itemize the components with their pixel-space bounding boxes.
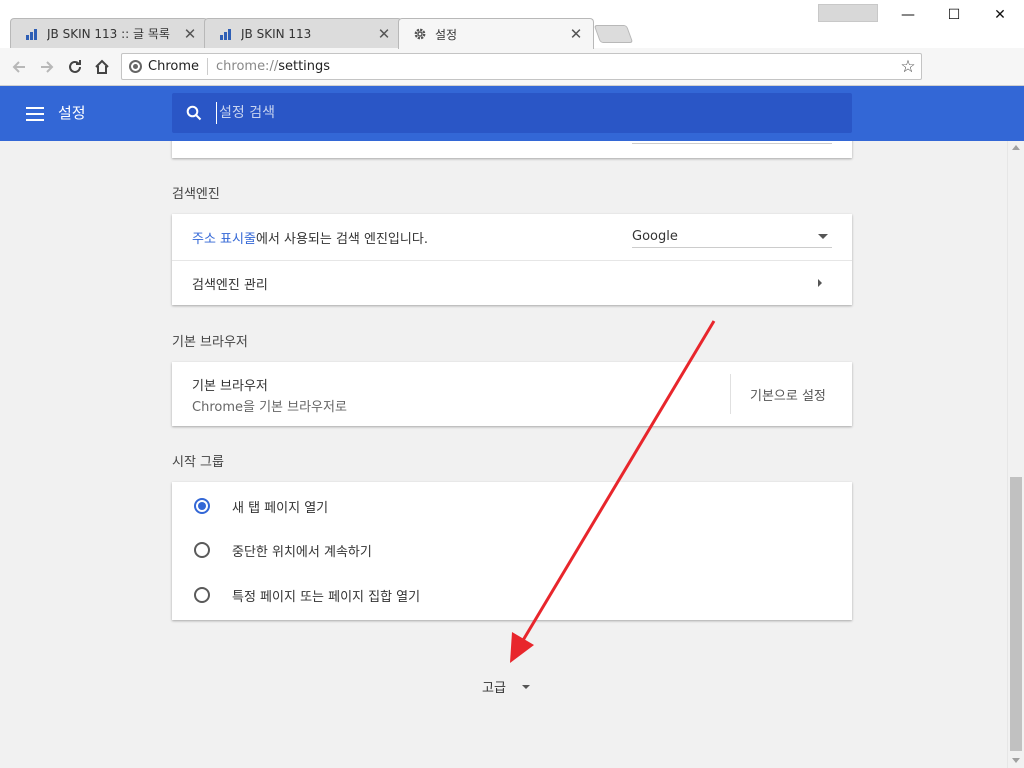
expand-arrow-icon bbox=[521, 684, 530, 689]
url-text[interactable]: chrome://settings bbox=[216, 59, 895, 74]
search-engine-description: 주소 표시줄에서 사용되는 검색 엔진입니다. bbox=[192, 228, 428, 247]
default-browser-sublabel: Chrome을 기본 브라우저로 bbox=[192, 400, 347, 415]
menu-icon[interactable] bbox=[26, 107, 44, 121]
url-scheme: chrome:// bbox=[216, 59, 279, 74]
tab-title: JB SKIN 113 bbox=[241, 26, 312, 41]
tab-settings[interactable]: 설정 ✕ bbox=[398, 18, 594, 49]
tab-blog-list[interactable]: JB SKIN 113 :: 글 목록 ✕ bbox=[10, 18, 208, 48]
startup-card: 새 탭 페이지 열기 중단한 위치에서 계속하기 특정 페이지 또는 페이지 집… bbox=[172, 482, 852, 620]
security-chip: Chrome bbox=[148, 59, 199, 74]
advanced-label: 고급 bbox=[482, 681, 506, 696]
close-tab-icon[interactable]: ✕ bbox=[183, 26, 197, 41]
dropdown-arrow-icon bbox=[818, 234, 828, 239]
section-title-search-engine: 검색엔진 bbox=[172, 187, 220, 202]
radio-unchecked[interactable] bbox=[194, 587, 210, 603]
radio-checked[interactable] bbox=[194, 498, 210, 514]
section-title-startup: 시작 그룹 bbox=[172, 455, 224, 470]
startup-option-continue[interactable]: 중단한 위치에서 계속하기 bbox=[172, 528, 852, 572]
close-tab-icon[interactable]: ✕ bbox=[569, 27, 583, 42]
previous-card-underline bbox=[632, 143, 832, 144]
scroll-thumb[interactable] bbox=[1010, 477, 1022, 751]
search-engine-selected: Google bbox=[632, 229, 678, 244]
startup-option-new-tab[interactable]: 새 탭 페이지 열기 bbox=[172, 484, 852, 528]
arrow-right-icon bbox=[41, 61, 54, 73]
search-icon bbox=[186, 105, 202, 121]
home-button[interactable] bbox=[91, 56, 113, 78]
search-engine-select[interactable]: Google bbox=[632, 226, 832, 248]
blog-favicon-icon bbox=[220, 28, 231, 40]
settings-search[interactable] bbox=[172, 93, 852, 133]
address-bar[interactable]: Chrome chrome://settings ☆ bbox=[121, 53, 922, 80]
search-input[interactable] bbox=[216, 102, 816, 124]
manage-search-engines-row[interactable]: 검색엔진 관리 bbox=[172, 261, 852, 305]
arrow-left-icon bbox=[12, 61, 25, 73]
close-tab-icon[interactable]: ✕ bbox=[377, 26, 391, 41]
url-host: settings bbox=[278, 59, 331, 74]
startup-option-specific-pages[interactable]: 특정 페이지 또는 페이지 집합 열기 bbox=[172, 573, 852, 617]
bookmark-star-icon[interactable]: ☆ bbox=[895, 57, 921, 77]
address-bar-link[interactable]: 주소 표시줄 bbox=[192, 232, 256, 247]
search-engine-row: 주소 표시줄에서 사용되는 검색 엔진입니다. Google bbox=[172, 214, 852, 260]
advanced-toggle[interactable]: 고급 bbox=[482, 677, 534, 696]
chip-divider bbox=[207, 58, 208, 75]
tab-strip: JB SKIN 113 :: 글 목록 ✕ JB SKIN 113 ✕ 설정 ✕… bbox=[0, 0, 1024, 49]
radio-unchecked[interactable] bbox=[194, 542, 210, 558]
reload-button[interactable] bbox=[64, 56, 86, 78]
startup-option-label: 특정 페이지 또는 페이지 집합 열기 bbox=[232, 589, 421, 605]
chrome-icon bbox=[129, 60, 142, 73]
maximize-button[interactable]: ☐ bbox=[930, 0, 978, 30]
home-icon bbox=[95, 59, 109, 74]
tab-title: 설정 bbox=[435, 27, 458, 42]
section-title-default-browser: 기본 브라우저 bbox=[172, 335, 248, 350]
tab-blog[interactable]: JB SKIN 113 ✕ bbox=[204, 18, 402, 48]
tab-title: JB SKIN 113 :: 글 목록 bbox=[47, 27, 170, 41]
default-browser-card: 기본 브라우저 Chrome을 기본 브라우저로 기본으로 설정 bbox=[172, 362, 852, 426]
make-default-button[interactable]: 기본으로 설정 bbox=[750, 385, 826, 404]
close-window-button[interactable]: ✕ bbox=[976, 0, 1024, 30]
vertical-separator bbox=[730, 374, 731, 414]
chevron-right-icon bbox=[818, 279, 822, 287]
back-button[interactable] bbox=[8, 56, 30, 78]
manage-search-engines-label: 검색엔진 관리 bbox=[192, 277, 268, 293]
profile-button[interactable] bbox=[818, 4, 878, 22]
new-tab-button[interactable] bbox=[593, 25, 634, 43]
previous-card bbox=[172, 141, 852, 158]
scroll-up-arrow-icon[interactable] bbox=[1012, 145, 1020, 150]
forward-button[interactable] bbox=[36, 56, 58, 78]
startup-option-label: 중단한 위치에서 계속하기 bbox=[232, 544, 372, 560]
blog-favicon-icon bbox=[26, 28, 37, 40]
vertical-scrollbar[interactable] bbox=[1007, 141, 1024, 768]
gear-icon bbox=[414, 28, 426, 40]
startup-option-label: 새 탭 페이지 열기 bbox=[232, 500, 329, 516]
default-browser-label: 기본 브라우저 bbox=[192, 379, 268, 394]
scroll-down-arrow-icon[interactable] bbox=[1012, 758, 1020, 763]
settings-content: 검색엔진 주소 표시줄에서 사용되는 검색 엔진입니다. Google 검색엔진… bbox=[0, 141, 1007, 768]
search-engine-description-rest: 에서 사용되는 검색 엔진입니다. bbox=[255, 231, 428, 247]
reload-icon bbox=[69, 60, 81, 73]
minimize-button[interactable]: — bbox=[884, 0, 932, 30]
search-engine-card: 주소 표시줄에서 사용되는 검색 엔진입니다. Google 검색엔진 관리 bbox=[172, 214, 852, 305]
page-title: 설정 bbox=[58, 104, 86, 122]
